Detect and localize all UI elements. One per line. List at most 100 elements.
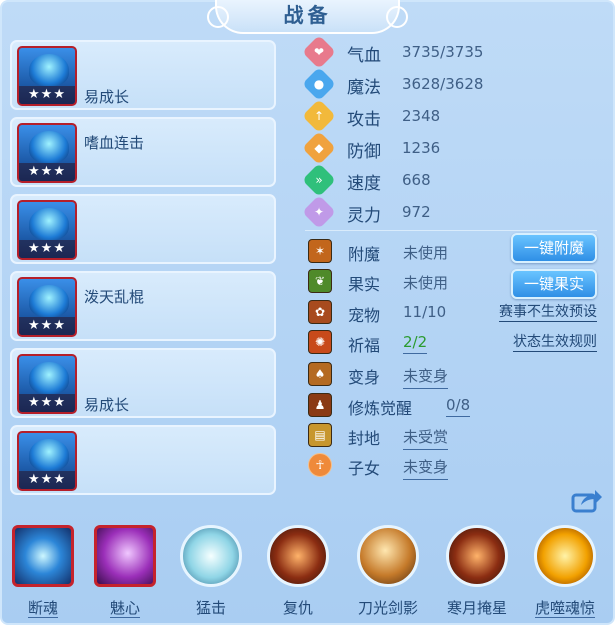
- divider: [305, 230, 597, 231]
- tiger-soul-icon: [534, 525, 596, 587]
- extra-value[interactable]: 0/8: [446, 396, 471, 417]
- stat-value: 2348: [402, 107, 441, 125]
- skill-label: 猛击: [195, 599, 226, 617]
- slot-6[interactable]: ★★★: [10, 425, 276, 495]
- stat-mp: ● 魔法 3628/3628: [302, 67, 505, 101]
- skill-smash[interactable]: 猛击: [176, 525, 246, 623]
- slot-skill-label: 嗜血连击: [84, 134, 145, 152]
- skill-revenge[interactable]: 复仇: [263, 525, 333, 623]
- extra-value: 11/10: [403, 303, 447, 321]
- slot-skill-label: 泼天乱棍: [84, 288, 145, 306]
- stat-speed: » 速度 668: [302, 163, 505, 197]
- skill-blade-shadow[interactable]: 刀光剑影: [353, 525, 423, 623]
- stat-attack: ↑ 攻击 2348: [302, 99, 505, 133]
- skill-tiger-soul[interactable]: 虎噬魂惊: [530, 525, 600, 623]
- extra-fief[interactable]: ▤ 封地 未受赏: [305, 422, 605, 450]
- cultivation-icon: ♟: [308, 393, 332, 417]
- extra-name: 果实: [348, 275, 381, 294]
- event-preset-link[interactable]: 赛事不生效预设: [499, 303, 597, 322]
- revenge-icon: [267, 525, 329, 587]
- fief-icon: ▤: [308, 423, 332, 447]
- slot-4[interactable]: ★★★ 泼天乱棍: [10, 271, 276, 341]
- stat-value: 3735/3735: [402, 43, 484, 61]
- stat-name: 灵力: [347, 206, 381, 226]
- extra-value: 未使用: [403, 274, 449, 292]
- extra-name: 变身: [348, 368, 381, 387]
- spirit-sprite-icon: ★★★: [17, 354, 77, 414]
- star-rating: ★★★: [19, 317, 75, 335]
- stat-value: 668: [402, 171, 431, 189]
- stat-name: 速度: [347, 174, 381, 194]
- warrior-sprite-icon: ★★★: [17, 46, 77, 106]
- transform-icon: ♠: [308, 362, 332, 386]
- speed-icon: »: [302, 163, 336, 197]
- slot-1[interactable]: ★★★ 易成长: [10, 40, 276, 110]
- cold-moon-icon: [446, 525, 508, 587]
- children-icon: ☥: [308, 453, 332, 477]
- skill-label: 刀光剑影: [357, 599, 418, 617]
- star-rating: ★★★: [19, 394, 75, 412]
- one-click-enchant-button[interactable]: 一键附魔: [511, 233, 597, 263]
- slot-skill-label: 易成长: [84, 396, 130, 414]
- extra-name: 修炼觉醒: [348, 399, 413, 418]
- status-rules-link[interactable]: 状态生效规则: [513, 333, 597, 352]
- dragon-sprite-icon: ★★★: [17, 123, 77, 183]
- extra-transform[interactable]: ♠ 变身 未变身: [305, 361, 605, 389]
- spirit-power-icon: ✦: [302, 195, 336, 229]
- skill-label: 复仇: [282, 599, 313, 617]
- stat-name: 防御: [347, 142, 381, 162]
- extra-name: 附魔: [348, 245, 381, 264]
- crown-sprite-icon: ★★★: [17, 431, 77, 491]
- extra-name: 祈福: [348, 336, 381, 355]
- slot-list: ★★★ 易成长 ★★★ 嗜血连击 ★★★ ★★★ 泼天乱棍 ★★★ 易成长 ★★…: [10, 40, 278, 500]
- panel-title: 战备: [283, 3, 332, 27]
- one-click-fruit-button[interactable]: 一键果实: [511, 269, 597, 299]
- star-rating: ★★★: [19, 86, 75, 104]
- skill-cold-moon[interactable]: 寒月掩星: [442, 525, 512, 623]
- extra-cultivation[interactable]: ♟ 修炼觉醒 0/8: [305, 392, 605, 420]
- stat-name: 攻击: [347, 110, 381, 130]
- extra-value[interactable]: 未变身: [403, 456, 449, 480]
- extra-value[interactable]: 未变身: [403, 365, 449, 389]
- smash-icon: [180, 525, 242, 587]
- blade-shadow-icon: [357, 525, 419, 587]
- slot-skill-label: 易成长: [84, 88, 130, 106]
- charm-icon: [94, 525, 156, 587]
- blessing-icon: ✺: [308, 330, 332, 354]
- stat-hp: ❤ 气血 3735/3735: [302, 35, 505, 69]
- panel-title-tab: 战备: [207, 0, 408, 34]
- share-icon[interactable]: [571, 487, 603, 513]
- slot-3[interactable]: ★★★: [10, 194, 276, 264]
- extra-children[interactable]: ☥ 子女 未变身: [305, 452, 605, 480]
- attack-icon: ↑: [302, 99, 336, 133]
- stat-value: 972: [402, 203, 431, 221]
- defense-icon: ◆: [302, 131, 336, 165]
- star-rating: ★★★: [19, 163, 75, 181]
- heart-icon: ❤: [302, 35, 336, 69]
- soul-break-icon: [12, 525, 74, 587]
- enchant-icon: ✶: [308, 239, 332, 263]
- star-rating: ★★★: [19, 240, 75, 258]
- skill-label: 魅心: [109, 599, 140, 618]
- slot-2[interactable]: ★★★ 嗜血连击: [10, 117, 276, 187]
- magic-icon: ●: [302, 67, 336, 101]
- skill-charm[interactable]: 魅心: [90, 525, 160, 623]
- stat-spirit: ✦ 灵力 972: [302, 195, 505, 229]
- stat-name: 魔法: [347, 78, 381, 98]
- fruit-icon: ❦: [308, 269, 332, 293]
- extra-value[interactable]: 未受赏: [403, 426, 449, 450]
- armored-sprite-icon: ★★★: [17, 200, 77, 260]
- stat-name: 气血: [347, 46, 381, 66]
- stat-value: 1236: [402, 139, 441, 157]
- extra-value[interactable]: 2/2: [403, 333, 428, 354]
- extra-name: 宠物: [348, 306, 381, 325]
- skill-soul-break[interactable]: 断魂: [8, 525, 78, 623]
- extra-name: 子女: [348, 459, 381, 478]
- stat-defense: ◆ 防御 1236: [302, 131, 505, 165]
- beast-sprite-icon: ★★★: [17, 277, 77, 337]
- extra-name: 封地: [348, 429, 381, 448]
- star-rating: ★★★: [19, 471, 75, 489]
- skill-label: 寒月掩星: [446, 599, 507, 617]
- slot-5[interactable]: ★★★ 易成长: [10, 348, 276, 418]
- extra-value: 未使用: [403, 244, 449, 262]
